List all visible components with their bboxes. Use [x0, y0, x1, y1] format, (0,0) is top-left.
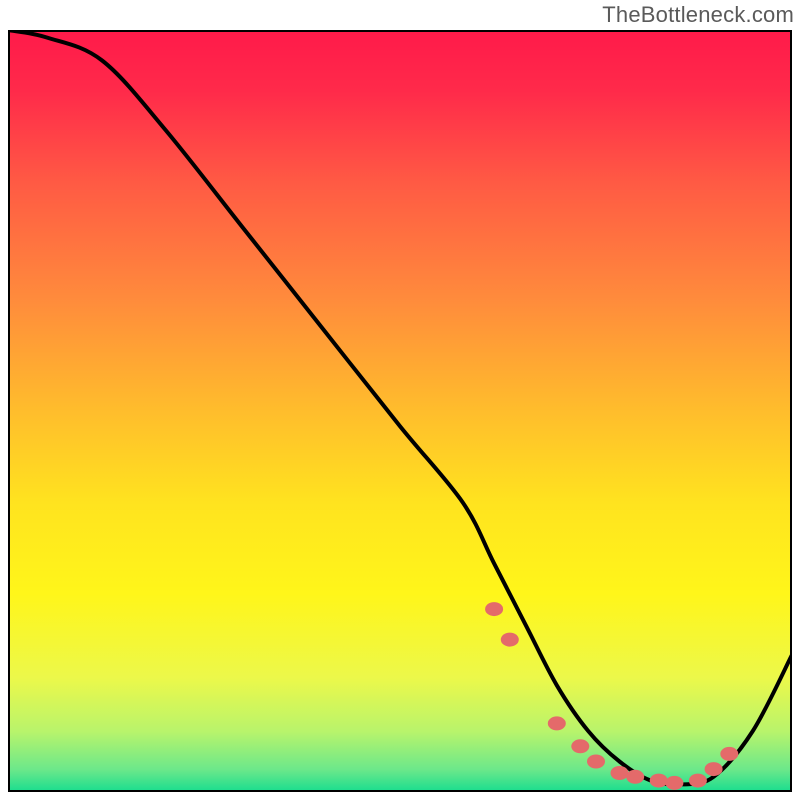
highlight-marker [571, 739, 589, 753]
highlight-marker [548, 716, 566, 730]
chart-plot [8, 30, 792, 792]
highlight-marker [665, 776, 683, 790]
highlight-marker [626, 770, 644, 784]
highlight-marker [705, 762, 723, 776]
highlight-marker [587, 755, 605, 769]
highlight-marker [501, 633, 519, 647]
source-attribution: TheBottleneck.com [602, 2, 794, 28]
highlight-marker [485, 602, 503, 616]
highlight-marker [650, 774, 668, 788]
highlight-marker [611, 766, 629, 780]
plot-background [8, 30, 792, 792]
highlight-marker [720, 747, 738, 761]
chart-container: TheBottleneck.com [0, 0, 800, 800]
highlight-marker [689, 774, 707, 788]
